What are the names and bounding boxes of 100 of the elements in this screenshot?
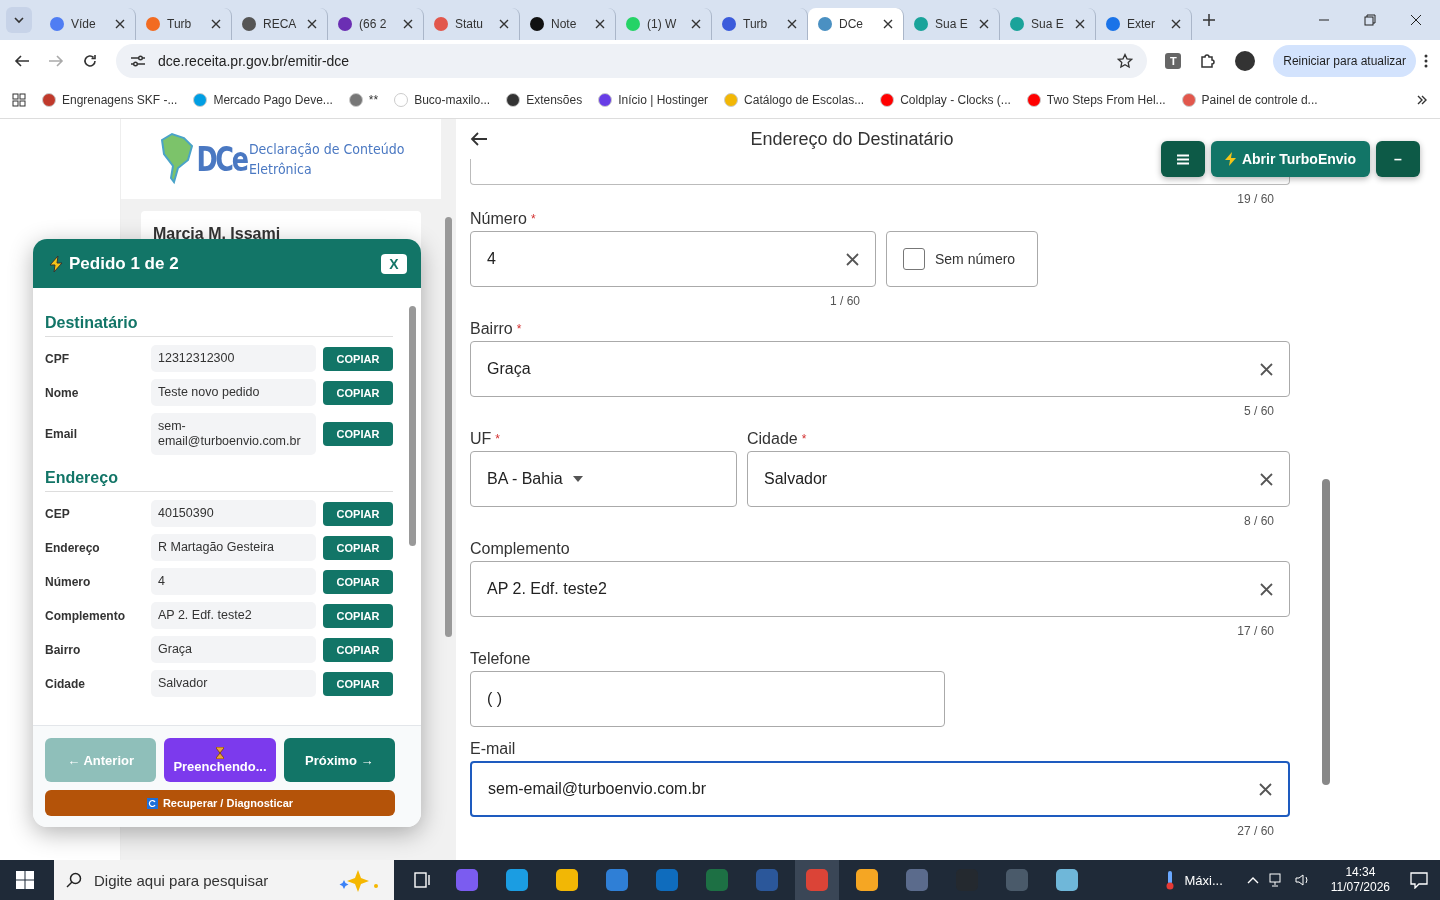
notification-icon[interactable] <box>1410 871 1428 889</box>
caret-icon <box>572 476 583 482</box>
field-label: Telefone <box>470 650 531 668</box>
clear-icon[interactable] <box>1260 362 1273 376</box>
browser-tab[interactable]: DCe <box>808 8 904 40</box>
open-turboenvio-button[interactable]: Abrir TurboEnvio <box>1210 141 1370 177</box>
input-field[interactable]: sem-email@turboenvio.com.br <box>470 761 1290 817</box>
close-icon[interactable] <box>883 19 893 29</box>
close-icon[interactable] <box>115 19 125 29</box>
logo-title: Declaração de Conteúdo <box>248 140 405 159</box>
copy-button[interactable]: COPIAR <box>323 380 393 405</box>
bookmark[interactable]: Mercado Pago Deve... <box>193 93 333 107</box>
extension-button[interactable]: T <box>1165 53 1182 69</box>
field-label: Complemento <box>45 608 126 623</box>
chevrons-icon[interactable] <box>1416 94 1428 106</box>
clear-icon[interactable] <box>1260 472 1273 486</box>
close-icon[interactable] <box>787 19 797 29</box>
search-icon <box>66 872 82 888</box>
menu-button[interactable] <box>1160 141 1205 177</box>
restore-icon[interactable] <box>1364 14 1376 26</box>
bookmark[interactable]: Buco-maxilo... <box>394 93 491 107</box>
bookmark[interactable]: Extensões <box>506 93 583 107</box>
field-value: AP 2. Edf. teste2 <box>151 602 316 629</box>
taskbar-search-field[interactable]: Digite aqui para pesquisar <box>54 860 394 900</box>
address-bar[interactable]: dce.receita.pr.gov.br/emitir-dce <box>116 44 1148 78</box>
checkbox[interactable] <box>903 248 925 270</box>
checkbox-field[interactable]: Sem número <box>886 231 1038 287</box>
bookmark[interactable]: Coldplay - Clocks (... <box>880 93 1011 107</box>
bookmark[interactable]: Catálogo de Escolas... <box>724 93 865 107</box>
input-field[interactable]: Salvador <box>747 451 1290 507</box>
char-counter: 19 / 60 <box>1236 191 1275 207</box>
char-counter: 27 / 60 <box>1236 823 1275 839</box>
copy-button[interactable]: COPIAR <box>323 637 393 662</box>
close-icon[interactable] <box>1171 19 1181 29</box>
field-label: Email <box>45 427 78 441</box>
close-icon[interactable] <box>499 19 509 29</box>
section-heading: Destinatário <box>45 314 393 337</box>
bookmark[interactable]: Engrenagens SKF -... <box>42 93 178 107</box>
input-field[interactable]: AP 2. Edf. teste2 <box>470 561 1290 617</box>
update-button[interactable]: Reiniciar para atualizar <box>1273 45 1416 77</box>
clear-icon[interactable] <box>1260 582 1273 596</box>
logo-wordmark: DCe <box>196 139 247 179</box>
site-settings-icon[interactable] <box>130 54 146 68</box>
kebab-menu-icon[interactable] <box>1424 54 1428 68</box>
weather-text[interactable]: Máxi... <box>1184 872 1223 888</box>
scrollbar[interactable] <box>441 119 456 860</box>
copy-button[interactable]: COPIAR <box>323 346 393 371</box>
bookmark[interactable]: Início | Hostinger <box>598 93 709 107</box>
required-asterisk: * <box>530 212 536 226</box>
close-icon[interactable] <box>307 19 317 29</box>
clear-icon[interactable] <box>1259 782 1272 796</box>
close-icon[interactable] <box>211 19 221 29</box>
close-button[interactable]: X <box>381 253 407 274</box>
copy-button[interactable]: COPIAR <box>323 422 393 446</box>
bookmark[interactable]: Painel de controle d... <box>1181 93 1318 107</box>
state-select[interactable]: BA - Bahia <box>470 451 737 507</box>
bookmark[interactable]: ** <box>348 93 379 107</box>
recover-button[interactable]: Recuperar / Diagnosticar <box>45 790 395 816</box>
clock[interactable]: 14:34 11/07/2026 <box>1330 865 1390 895</box>
chevron-up-icon[interactable] <box>1246 876 1259 884</box>
tab-search-button[interactable] <box>6 7 32 33</box>
input-field[interactable]: 4 <box>470 231 876 287</box>
input-field[interactable]: Graça <box>470 341 1290 397</box>
close-icon[interactable] <box>1410 14 1422 26</box>
copy-button[interactable]: COPIAR <box>323 603 393 628</box>
copy-button[interactable]: COPIAR <box>323 535 393 560</box>
profile-avatar[interactable] <box>1235 51 1256 71</box>
field-label: Número <box>470 210 527 228</box>
thermometer-icon[interactable] <box>1164 870 1175 890</box>
reload-icon[interactable] <box>82 53 98 69</box>
next-button[interactable]: Próximo → <box>283 738 395 782</box>
collapse-button[interactable]: – <box>1376 141 1420 177</box>
task-view-icon[interactable] <box>414 872 432 888</box>
close-icon[interactable] <box>691 19 701 29</box>
close-icon[interactable] <box>979 19 989 29</box>
apps-grid-icon[interactable] <box>12 93 26 107</box>
close-icon[interactable] <box>595 19 605 29</box>
input-field[interactable]: ( ) <box>470 671 945 727</box>
field-label: Complemento <box>470 540 570 558</box>
close-icon[interactable] <box>403 19 413 29</box>
copy-button[interactable]: COPIAR <box>323 671 393 696</box>
windows-start-icon[interactable] <box>16 871 34 889</box>
new-tab-icon[interactable] <box>1202 13 1216 27</box>
field-value: Teste novo pedido <box>151 379 316 406</box>
clear-icon[interactable] <box>846 252 859 266</box>
char-counter: 8 / 60 <box>1242 513 1275 529</box>
field-value: 12312312300 <box>151 345 316 372</box>
filling-button[interactable]: Preenchendo... <box>164 738 276 782</box>
lightning-icon <box>49 254 63 273</box>
copy-button[interactable]: COPIAR <box>323 501 393 526</box>
star-icon[interactable] <box>1117 53 1134 69</box>
bookmark[interactable]: Two Steps From Hel... <box>1026 93 1166 107</box>
back-icon[interactable] <box>14 53 30 69</box>
back-icon[interactable] <box>470 131 488 147</box>
copy-button[interactable]: COPIAR <box>323 569 393 594</box>
close-icon[interactable] <box>1075 19 1085 29</box>
field-label: Endereço <box>45 540 101 555</box>
speaker-icon[interactable] <box>1294 873 1311 887</box>
field-value: sem-email@turboenvio.com.br <box>151 413 316 455</box>
puzzle-icon[interactable] <box>1199 52 1218 70</box>
